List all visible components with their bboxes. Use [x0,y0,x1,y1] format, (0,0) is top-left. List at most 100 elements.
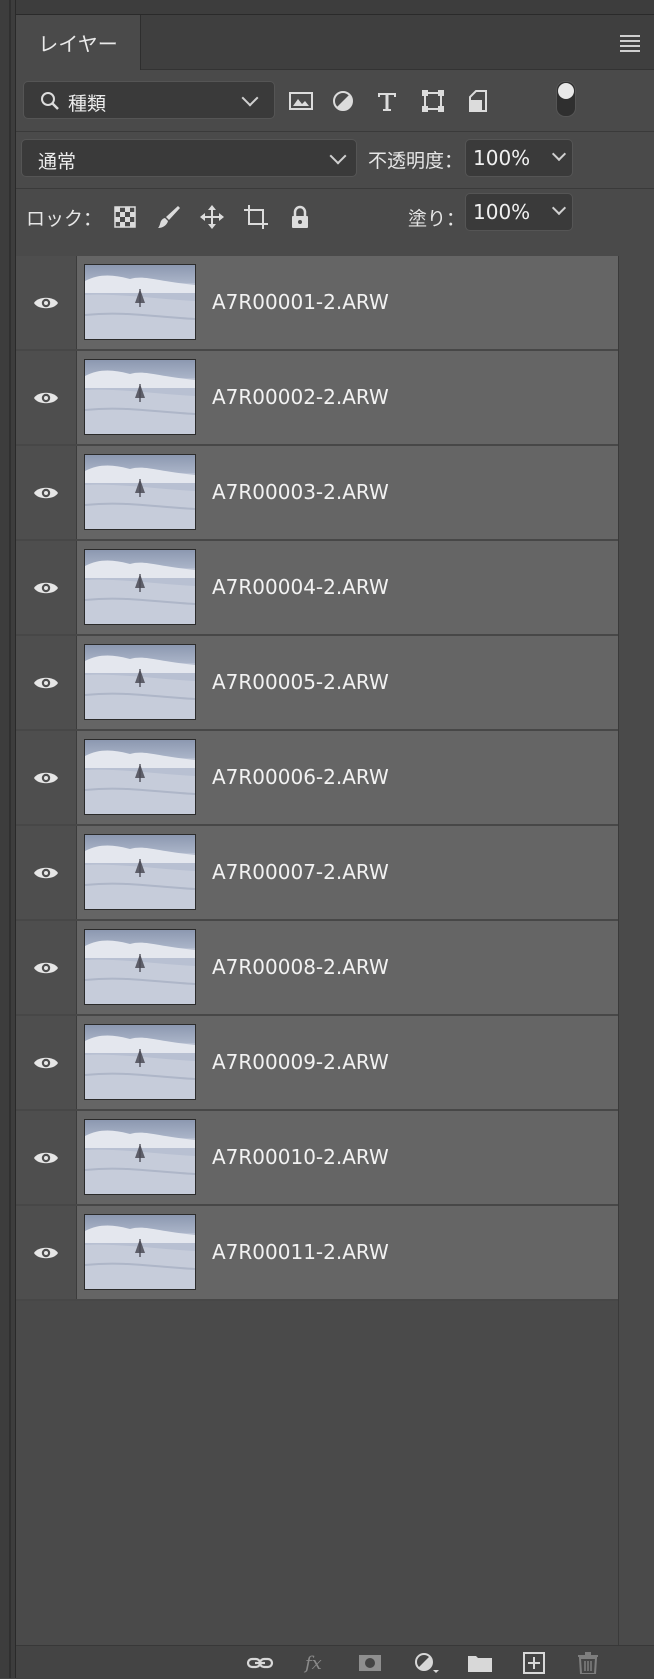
lock-image-pixels-icon[interactable] [156,204,182,230]
eye-icon [34,962,58,974]
filter-kind-label: 種類 [68,93,107,115]
toggle-knob [558,83,574,99]
eye-icon [34,1247,58,1259]
panel-tabbar: レイヤー [16,15,654,70]
tab-layers[interactable]: レイヤー [16,15,141,70]
lock-fill-row: ロック： 塗り： 100% [16,189,654,245]
visibility-toggle[interactable] [16,446,77,539]
layer-name: A7R00009-2.ARW [212,1050,389,1074]
layer-row[interactable]: A7R00006-2.ARW [16,731,618,826]
fill-label: 塗り： [408,208,466,230]
visibility-toggle[interactable] [16,256,77,349]
image-filter-icon[interactable] [288,88,314,114]
layer-thumbnail [84,834,196,910]
layer-row[interactable]: A7R00003-2.ARW [16,446,618,541]
left-edge-strip [0,0,16,1678]
opacity-dropdown-button[interactable] [546,139,573,177]
panel-bottom-toolbar: fx [16,1645,654,1679]
layer-name: A7R00006-2.ARW [212,765,389,789]
new-group-icon[interactable] [466,1652,494,1674]
eye-icon [34,677,58,689]
svg-text:fx: fx [303,1653,322,1674]
layer-thumbnail [84,739,196,815]
visibility-toggle[interactable] [16,1206,77,1299]
layer-thumbnail [84,1214,196,1290]
eye-icon [34,867,58,879]
visibility-toggle[interactable] [16,731,77,824]
eye-icon [34,582,58,594]
layer-row[interactable]: A7R00007-2.ARW [16,826,618,921]
eye-icon [34,1057,58,1069]
visibility-toggle[interactable] [16,1111,77,1204]
layer-row[interactable]: A7R00004-2.ARW [16,541,618,636]
fill-input[interactable]: 100% [465,193,547,231]
layer-thumbnail [84,644,196,720]
layer-name: A7R00004-2.ARW [212,575,389,599]
layer-thumbnail [84,359,196,435]
layer-thumbnail [84,264,196,340]
search-icon [41,92,59,110]
layer-thumbnail [84,454,196,530]
lock-all-icon[interactable] [287,204,313,230]
lock-label: ロック： [26,208,103,230]
visibility-toggle[interactable] [16,921,77,1014]
chevron-down-icon [551,200,567,216]
layer-row[interactable]: A7R00010-2.ARW [16,1111,618,1206]
filter-kind-dropdown[interactable]: 種類 [23,81,275,119]
eye-icon [34,772,58,784]
opacity-input[interactable]: 100% [465,139,547,177]
chevron-down-icon [551,146,567,162]
lock-artboard-icon[interactable] [243,204,269,230]
layer-row[interactable]: A7R00008-2.ARW [16,921,618,1016]
layer-name: A7R00007-2.ARW [212,860,389,884]
tab-layers-label: レイヤー [38,32,118,56]
layer-name: A7R00001-2.ARW [212,290,389,314]
layer-thumbnail [84,929,196,1005]
shape-filter-icon[interactable] [420,88,446,114]
layer-name: A7R00010-2.ARW [212,1145,389,1169]
opacity-value: 100% [473,146,531,170]
new-adjustment-layer-icon[interactable] [412,1652,440,1674]
layer-row[interactable]: A7R00011-2.ARW [16,1206,618,1301]
eye-icon [34,487,58,499]
smart-object-filter-icon[interactable] [466,88,492,114]
panel-menu-icon[interactable] [620,35,640,52]
visibility-toggle[interactable] [16,826,77,919]
lock-transparent-pixels-icon[interactable] [112,204,138,230]
filter-toggle-switch[interactable] [556,81,576,117]
visibility-toggle[interactable] [16,636,77,729]
layer-row[interactable]: A7R00001-2.ARW [16,256,618,351]
link-layers-icon[interactable] [246,1652,274,1674]
layer-row[interactable]: A7R00009-2.ARW [16,1016,618,1111]
eye-icon [34,297,58,309]
opacity-label: 不透明度： [368,150,464,172]
new-layer-icon[interactable] [520,1652,548,1674]
fill-dropdown-button[interactable] [546,193,573,231]
visibility-toggle[interactable] [16,541,77,634]
layer-row[interactable]: A7R00002-2.ARW [16,351,618,446]
lock-position-icon[interactable] [199,204,225,230]
layer-name: A7R00002-2.ARW [212,385,389,409]
add-mask-icon[interactable] [356,1652,384,1674]
eye-icon [34,1152,58,1164]
adjustment-filter-icon[interactable] [330,88,356,114]
layer-list: A7R00001-2.ARW A7R00002-2.ARW A7R00003-2… [16,256,618,1301]
fx-icon[interactable]: fx [302,1652,330,1674]
layer-name: A7R00008-2.ARW [212,955,389,979]
visibility-toggle[interactable] [16,1016,77,1109]
delete-layer-icon[interactable] [574,1652,602,1674]
filter-row: 種類 [16,71,654,132]
eye-icon [34,392,58,404]
chevron-down-icon [329,147,347,165]
chevron-down-icon [241,89,259,107]
layer-row[interactable]: A7R00005-2.ARW [16,636,618,731]
layer-list-scroll-area[interactable] [618,256,654,1646]
blend-mode-dropdown[interactable]: 通常 [21,139,357,177]
fill-value: 100% [473,200,531,224]
layer-name: A7R00003-2.ARW [212,480,389,504]
layer-name: A7R00011-2.ARW [212,1240,389,1264]
layer-thumbnail [84,1119,196,1195]
type-filter-icon[interactable] [374,88,400,114]
visibility-toggle[interactable] [16,351,77,444]
layer-thumbnail [84,1024,196,1100]
